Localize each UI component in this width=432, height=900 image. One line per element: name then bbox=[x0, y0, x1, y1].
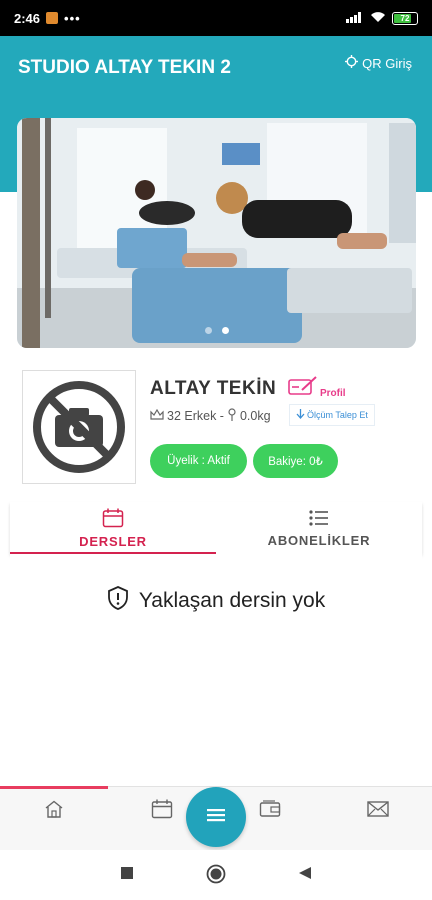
weight-value: 0.0kg bbox=[239, 409, 271, 423]
pilates-photo bbox=[17, 118, 416, 348]
measure-button-label: Ölçüm Talep Et bbox=[307, 410, 368, 420]
carousel-dot-active[interactable] bbox=[221, 327, 229, 334]
system-nav-bar bbox=[0, 850, 432, 900]
calendar-icon bbox=[102, 508, 124, 531]
lessons-panel: Yaklaşan dersin yok bbox=[10, 554, 422, 786]
edit-profile-icon bbox=[288, 376, 318, 399]
tab-dersler-label: DERSLER bbox=[79, 533, 147, 549]
user-name: ALTAY TEKİN bbox=[150, 378, 277, 399]
recent-apps-button[interactable] bbox=[120, 866, 134, 885]
qr-login-label: QR Giriş bbox=[362, 55, 412, 71]
back-system-button[interactable] bbox=[298, 866, 312, 885]
app-notification-icon bbox=[46, 12, 59, 24]
home-icon bbox=[44, 800, 64, 823]
wallet-icon bbox=[259, 799, 281, 823]
more-notifications-icon: ••• bbox=[64, 10, 81, 26]
user-meta: 32 Erkek - 0.0kg bbox=[150, 408, 271, 424]
studio-title: STUDIO ALTAY TEKIN 2 bbox=[18, 57, 231, 78]
balance-badge[interactable]: Bakiye: 0₺ bbox=[253, 444, 338, 478]
tab-dersler[interactable]: DERSLER bbox=[10, 502, 216, 554]
wifi-icon bbox=[370, 11, 386, 26]
status-time: 2:46 bbox=[14, 10, 41, 26]
square-icon bbox=[120, 866, 134, 885]
banner-carousel[interactable] bbox=[17, 118, 416, 348]
carousel-indicator bbox=[17, 327, 416, 334]
mail-icon bbox=[367, 800, 389, 822]
back-triangle-icon bbox=[298, 866, 312, 885]
empty-message: Yaklaşan dersin yok bbox=[138, 589, 326, 612]
tab-abonelikler[interactable]: ABONELİKLER bbox=[216, 502, 422, 554]
nav-messages[interactable] bbox=[358, 797, 398, 825]
profile-edit-link[interactable]: Profil bbox=[288, 376, 346, 399]
profile-link-label: Profil bbox=[320, 388, 346, 399]
age-gender: 32 Erkek - bbox=[167, 409, 224, 423]
no-photo-icon bbox=[33, 381, 125, 473]
tab-abonelikler-label: ABONELİKLER bbox=[267, 532, 371, 548]
qr-login-button[interactable]: QR Giriş bbox=[345, 55, 412, 71]
menu-icon bbox=[207, 808, 225, 827]
menu-fab-button[interactable] bbox=[186, 787, 246, 847]
membership-status-badge[interactable]: Üyelik : Aktif bbox=[150, 444, 247, 478]
tab-bar: DERSLER ABONELİKLER bbox=[10, 502, 422, 554]
bottom-nav-active-indicator bbox=[0, 786, 108, 789]
avatar[interactable] bbox=[22, 370, 136, 484]
shield-alert-icon bbox=[107, 586, 129, 616]
request-measurement-button[interactable]: Ölçüm Talep Et bbox=[289, 404, 375, 426]
download-arrow-icon bbox=[296, 409, 305, 421]
empty-state: Yaklaşan dersin yok bbox=[10, 586, 422, 616]
calendar-icon bbox=[151, 799, 173, 824]
crown-icon bbox=[150, 408, 164, 424]
bottom-nav bbox=[0, 786, 432, 850]
profile-card: ALTAY TEKİN Profil 32 Erkek - 0.0kg Ölçü… bbox=[10, 358, 422, 498]
qr-target-icon bbox=[345, 55, 359, 71]
home-system-button[interactable] bbox=[206, 864, 226, 889]
signal-icon bbox=[346, 11, 364, 26]
nav-wallet[interactable] bbox=[250, 797, 290, 825]
nav-home[interactable] bbox=[34, 797, 74, 825]
battery-icon: 72 bbox=[392, 11, 418, 25]
list-icon bbox=[309, 509, 329, 530]
carousel-dot[interactable] bbox=[204, 327, 212, 334]
circle-icon bbox=[206, 864, 226, 889]
weight-icon bbox=[227, 408, 237, 424]
nav-calendar[interactable] bbox=[142, 797, 182, 825]
status-bar: 2:46 ••• 72 bbox=[0, 0, 432, 36]
